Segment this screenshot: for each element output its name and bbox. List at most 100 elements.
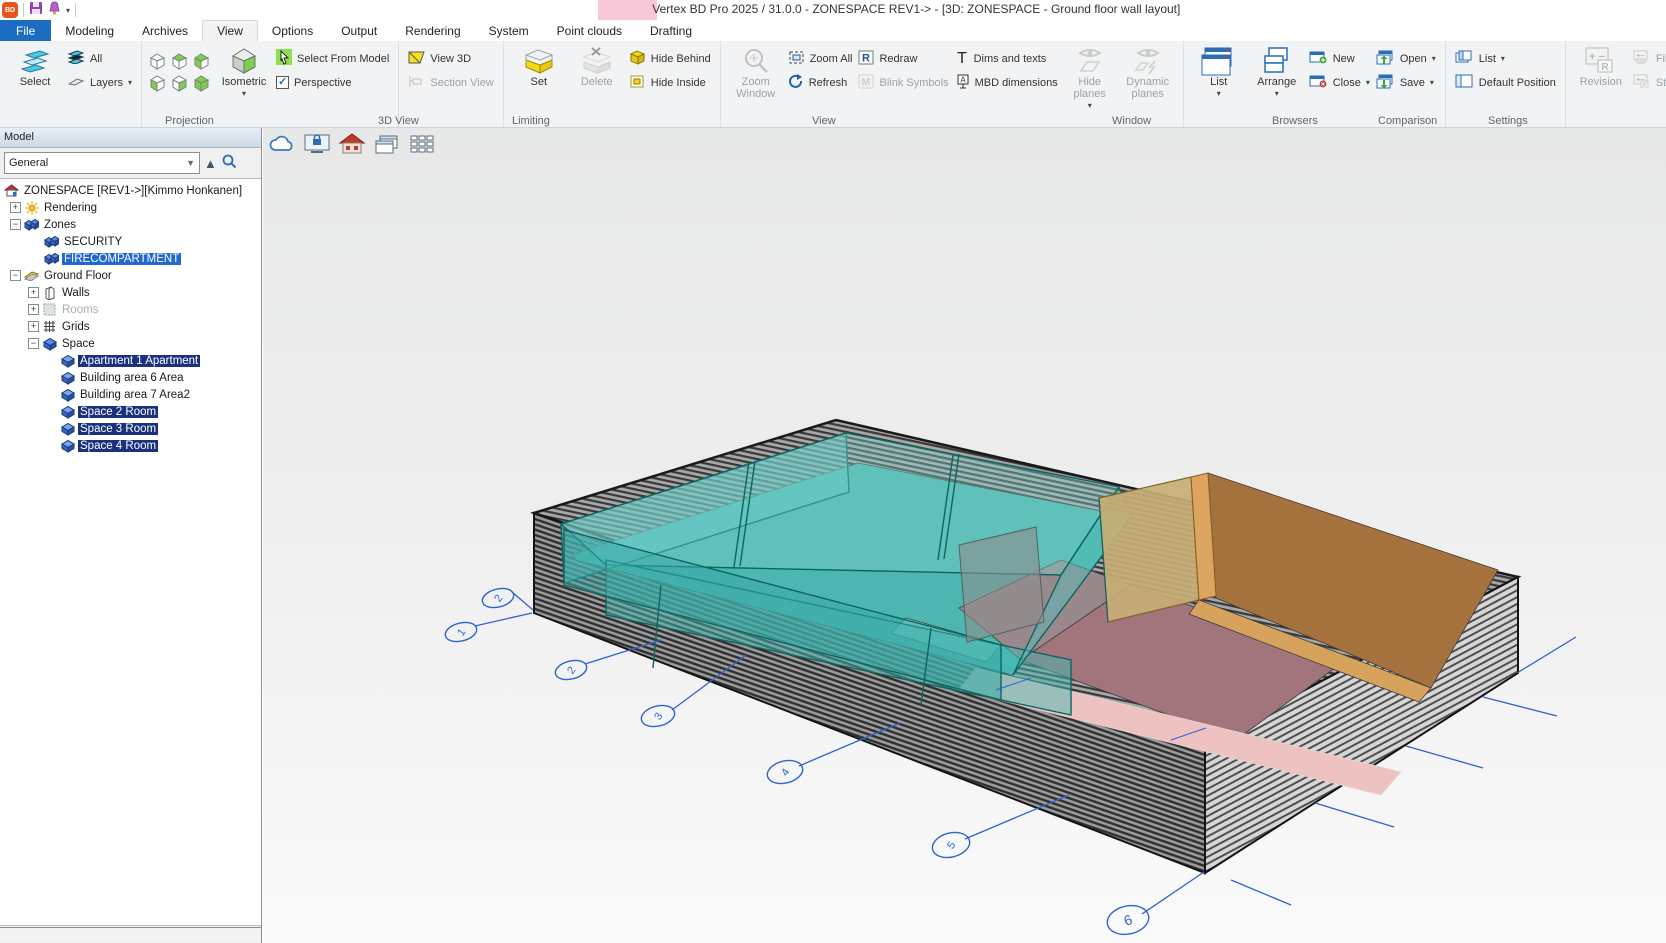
panel-footer	[0, 927, 261, 941]
tab-drafting[interactable]: Drafting	[636, 20, 706, 41]
model-tree[interactable]: ZONESPACE [REV1->][Kimmo Honkanen] + Ren…	[0, 178, 261, 926]
dims-and-texts-button[interactable]: T Dims and texts	[952, 47, 1061, 70]
window-save-button[interactable]: Save ▾	[1373, 71, 1439, 94]
all-label: All	[90, 53, 102, 65]
hide-behind-button[interactable]: Hide Behind	[626, 47, 714, 70]
save-icon[interactable]	[29, 1, 43, 20]
mbd-dimensions-button[interactable]: A MBD dimensions	[952, 71, 1061, 94]
dynamic-planes-button: Dynamic planes	[1119, 44, 1177, 100]
window-save-label: Save	[1400, 77, 1425, 89]
zoom-all-icon	[788, 50, 805, 68]
tab-rendering[interactable]: Rendering	[391, 20, 474, 41]
chevron-down-icon: ▼	[186, 158, 195, 168]
view-3d-button[interactable]: View 3D	[405, 47, 496, 70]
section-view-label: Section View	[430, 77, 493, 89]
hide-inside-button[interactable]: Hide Inside	[626, 71, 714, 94]
collapse-icon[interactable]: −	[28, 338, 39, 349]
tree-item-firecompartment[interactable]: FIRECOMPARTMENT	[0, 250, 261, 267]
tree-item-zones[interactable]: − Zones	[0, 216, 261, 233]
tree-item-grids[interactable]: + Grids	[0, 318, 261, 335]
select-from-model-button[interactable]: Select From Model	[273, 47, 392, 70]
tree-item-rooms[interactable]: + Rooms	[0, 301, 261, 318]
app-logo-icon[interactable]: BD	[2, 2, 18, 18]
expand-icon[interactable]: +	[28, 287, 39, 298]
tree-item-rendering[interactable]: + Rendering	[0, 199, 261, 216]
collapse-up-icon[interactable]: ▲	[204, 156, 217, 171]
default-position-label: Default Position	[1479, 77, 1556, 89]
zoom-all-label: Zoom All	[810, 53, 853, 65]
layers-all-icon	[67, 50, 85, 67]
tree-item-label: Building area 7 Area2	[78, 389, 192, 401]
quick-access-dropdown-icon[interactable]: ▾	[66, 6, 70, 15]
space-cube-icon	[60, 371, 75, 385]
window-new-button[interactable]: New	[1306, 47, 1373, 70]
redraw-button[interactable]: R Redraw	[855, 47, 951, 70]
layers-button[interactable]: Layers ▾	[64, 71, 135, 94]
space-cube-icon	[60, 388, 75, 402]
svg-text:R: R	[1601, 62, 1609, 73]
viewport-3d[interactable]: 2 1 2 3 4 5 6	[263, 128, 1666, 943]
delete-limit-button: Delete	[568, 44, 626, 88]
expand-icon[interactable]: +	[10, 202, 21, 213]
window-open-icon	[1376, 50, 1395, 68]
blink-symbols-icon: M	[858, 74, 874, 92]
tree-item-root[interactable]: ZONESPACE [REV1->][Kimmo Honkanen]	[0, 182, 261, 199]
window-list-button[interactable]: List ▾	[1190, 44, 1248, 100]
tree-item-ground-floor[interactable]: − Ground Floor	[0, 267, 261, 284]
arrange-button[interactable]: Arrange ▾	[1248, 44, 1306, 100]
collapse-icon[interactable]: −	[10, 270, 21, 281]
hide-inside-label: Hide Inside	[651, 77, 706, 89]
refresh-button[interactable]: Refresh	[785, 71, 856, 94]
window-open-button[interactable]: Open ▾	[1373, 47, 1439, 70]
select-button[interactable]: Select	[6, 44, 64, 88]
tab-view[interactable]: View	[202, 20, 258, 41]
tree-item-building-area-6[interactable]: Building area 6 Area	[0, 369, 261, 386]
notifications-bell-icon[interactable]	[48, 1, 61, 20]
tab-options[interactable]: Options	[258, 20, 327, 41]
ribbon-group-view: Zoom Window Zoom All Refresh R Redraw	[721, 41, 1184, 127]
tab-modeling[interactable]: Modeling	[51, 20, 128, 41]
search-icon[interactable]	[221, 153, 237, 174]
revision-icon: + −R	[1584, 46, 1618, 76]
tab-archives[interactable]: Archives	[128, 20, 202, 41]
browsers-list-button[interactable]: List ▾	[1452, 47, 1559, 70]
ribbon-group-select: Select All Layers ▾	[0, 41, 142, 127]
tree-item-walls[interactable]: + Walls	[0, 284, 261, 301]
tree-item-space-4[interactable]: Space 4 Room	[0, 437, 261, 454]
tree-item-space[interactable]: − Space	[0, 335, 261, 352]
tree-item-security[interactable]: SECURITY	[0, 233, 261, 250]
eye-plane-icon	[1075, 46, 1105, 76]
hide-planes-button: Hide planes ▾	[1061, 44, 1119, 112]
comparison-stop-button: +− Stop	[1630, 71, 1666, 94]
blink-symbols-button: M Blink Symbols	[855, 71, 951, 94]
window-list-label: List	[1210, 76, 1227, 88]
tree-item-space-3[interactable]: Space 3 Room	[0, 420, 261, 437]
tab-output[interactable]: Output	[327, 20, 391, 41]
redraw-label: Redraw	[879, 53, 917, 65]
collapse-icon[interactable]: −	[10, 219, 21, 230]
default-position-button[interactable]: Default Position	[1452, 71, 1559, 94]
tab-file[interactable]: File	[0, 20, 51, 41]
browser-list-icon	[1455, 50, 1474, 67]
comparison-file-label: File	[1656, 53, 1666, 65]
view-3d-label: View 3D	[430, 53, 471, 65]
projection-cube-toggles[interactable]	[148, 44, 211, 93]
tree-filter-combobox[interactable]: General ▼	[4, 152, 200, 174]
all-layers-button[interactable]: All	[64, 47, 135, 70]
perspective-checkbox[interactable]: ✓ Perspective	[273, 71, 392, 94]
window-close-button[interactable]: Close ▾	[1306, 71, 1373, 94]
quick-access-toolbar: BD ▾	[2, 1, 76, 19]
set-limit-button[interactable]: Set	[510, 44, 568, 88]
tab-system[interactable]: System	[475, 20, 543, 41]
expand-icon[interactable]: +	[28, 304, 39, 315]
expand-icon[interactable]: +	[28, 321, 39, 332]
isometric-button[interactable]: Isometric ▾	[215, 44, 273, 100]
tree-item-building-area-7[interactable]: Building area 7 Area2	[0, 386, 261, 403]
tree-item-label: Grids	[60, 321, 91, 333]
tree-item-apartment-1[interactable]: Apartment 1 Apartment	[0, 352, 261, 369]
tree-item-space-2[interactable]: Space 2 Room	[0, 403, 261, 420]
tab-point-clouds[interactable]: Point clouds	[543, 20, 636, 41]
perspective-label: Perspective	[294, 77, 351, 89]
zoom-all-button[interactable]: Zoom All	[785, 47, 856, 70]
svg-text:R: R	[863, 52, 871, 64]
